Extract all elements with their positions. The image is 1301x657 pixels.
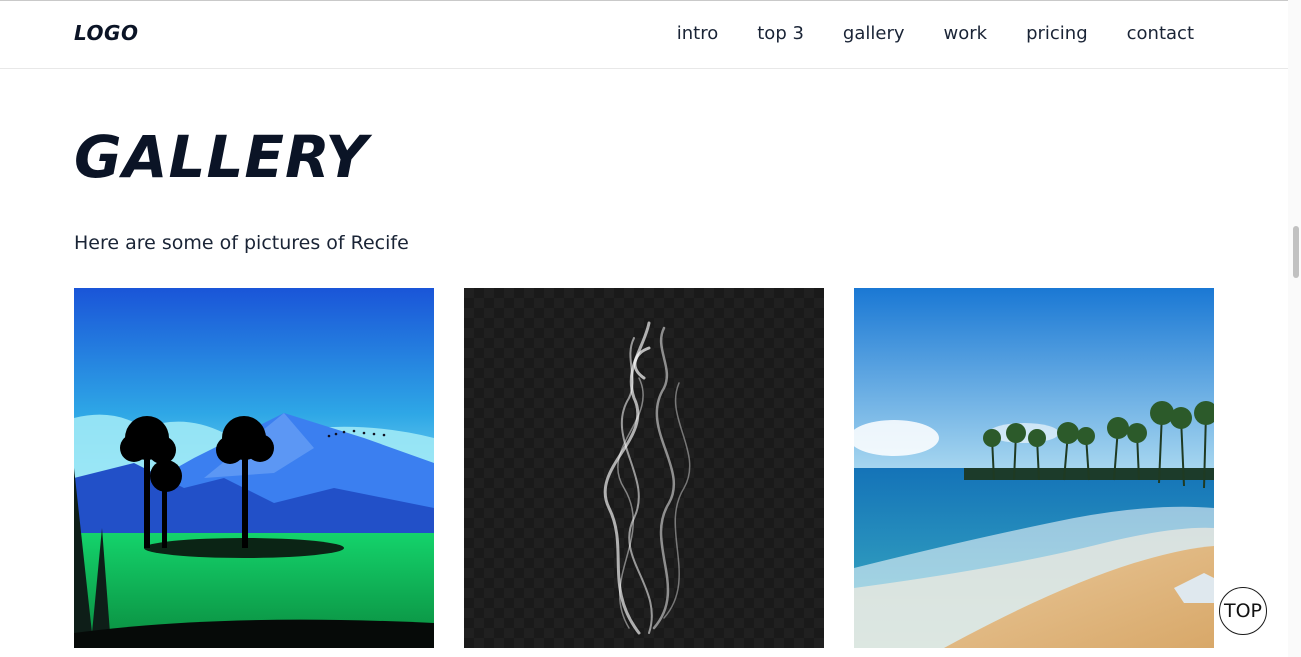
nav-intro[interactable]: intro <box>677 23 718 44</box>
white-smoke <box>464 288 824 648</box>
nav-top-3[interactable]: top 3 <box>757 23 804 44</box>
nav-work[interactable]: work <box>944 23 988 44</box>
mountain-palms-illustration <box>74 288 434 648</box>
nav-contact[interactable]: contact <box>1127 23 1194 44</box>
beach-palms-photo <box>854 288 1214 648</box>
gallery-image-beach[interactable] <box>854 288 1214 648</box>
logo[interactable]: LOGO <box>74 21 138 45</box>
section-subtitle: Here are some of pictures of Recife <box>74 232 409 254</box>
main-nav: intro top 3 gallery work pricing contact <box>677 23 1194 44</box>
scrollbar-thumb[interactable] <box>1293 226 1299 278</box>
back-to-top-button[interactable]: TOP <box>1219 587 1267 635</box>
gallery-image-mountain-palms[interactable] <box>74 288 434 648</box>
gallery-grid <box>74 288 1214 648</box>
scrollbar-track[interactable] <box>1288 0 1301 657</box>
site-header: LOGO intro top 3 gallery work pricing co… <box>0 1 1288 69</box>
nav-gallery[interactable]: gallery <box>843 23 905 44</box>
nav-pricing[interactable]: pricing <box>1026 23 1088 44</box>
gallery-image-smoke[interactable] <box>464 288 824 648</box>
section-title: GALLERY <box>74 123 369 191</box>
page: LOGO intro top 3 gallery work pricing co… <box>0 0 1301 657</box>
